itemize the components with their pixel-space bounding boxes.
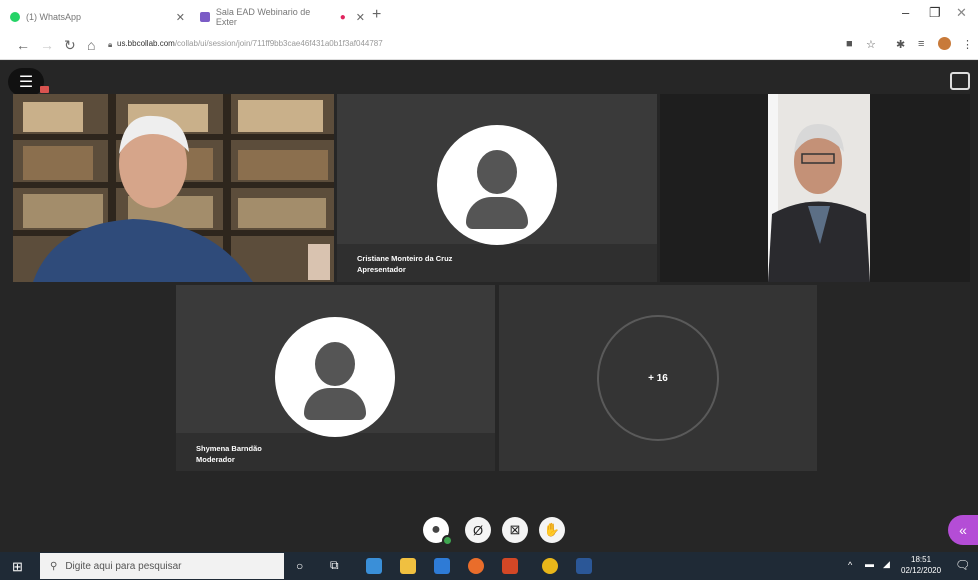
session-menu-button[interactable]: ☰ — [8, 68, 44, 96]
taskbar-search-input[interactable]: ⚲ Digite aqui para pesquisar — [40, 553, 284, 579]
camera-button[interactable]: ⊠ — [502, 517, 528, 543]
profile-avatar[interactable] — [938, 37, 951, 50]
search-placeholder: Digite aqui para pesquisar — [65, 560, 182, 572]
media-icon[interactable]: ≡ — [918, 38, 924, 50]
search-icon: ⚲ — [50, 560, 58, 572]
participant-caption: Shymena Barndão Moderador — [196, 443, 262, 465]
taskbar-app-icon[interactable] — [366, 558, 382, 574]
hamburger-icon: ☰ — [18, 74, 34, 91]
camera-off-icon: ⊠ — [509, 522, 521, 537]
extension-icon[interactable]: ✱ — [896, 38, 905, 51]
cortana-icon[interactable]: ○ — [296, 559, 303, 573]
restore-button[interactable]: ❐ — [929, 5, 941, 21]
firefox-icon[interactable] — [468, 558, 484, 574]
overflow-count-badge[interactable]: + 16 — [597, 315, 719, 441]
participant-role: Apresentador — [357, 265, 406, 274]
video-tile-speaker — [13, 94, 334, 282]
windows-start-icon[interactable]: ⊞ — [12, 559, 23, 575]
network-icon[interactable]: ▬ — [865, 559, 874, 569]
microphone-off-icon: Ø — [472, 522, 484, 538]
camera-site-icon[interactable]: ■ — [846, 38, 853, 50]
collab-panel-icon[interactable] — [950, 72, 970, 90]
participant-name: Cristiane Monteiro da Cruz — [357, 254, 453, 263]
participant-video-feed — [768, 94, 870, 282]
participant-role: Moderador — [196, 455, 235, 464]
powerpoint-icon[interactable] — [502, 558, 518, 574]
back-icon[interactable]: ← — [16, 37, 30, 53]
person-icon — [315, 342, 355, 386]
person-icon — [477, 150, 517, 194]
file-explorer-icon[interactable] — [400, 558, 416, 574]
tab-title: Sala EAD Webinario de Exter — [215, 7, 311, 27]
recording-dot-icon: ● — [339, 11, 346, 23]
person-icon-body — [466, 197, 528, 229]
url-field[interactable]: us.bbcollab.com/collab/ui/session/join/7… — [117, 39, 383, 48]
task-view-icon[interactable]: ⧉ — [330, 558, 339, 573]
recording-indicator-icon — [40, 86, 49, 93]
clock-date: 02/12/2020 — [901, 566, 942, 575]
close-window-button[interactable]: ✕ — [956, 5, 967, 21]
lock-icon: 🔒︎ — [108, 40, 113, 49]
clock-time: 18:51 — [911, 555, 932, 564]
chrome-icon[interactable] — [542, 558, 558, 574]
taskbar-clock[interactable]: 18:51 02/12/2020 — [901, 554, 941, 576]
open-collab-panel-button[interactable]: « — [948, 515, 978, 545]
speaker-video-feed — [13, 94, 334, 282]
reload-icon[interactable]: ↻ — [64, 37, 76, 54]
participant-caption: Cristiane Monteiro da Cruz Apresentador — [357, 253, 452, 275]
wifi-icon[interactable]: ◢ — [883, 559, 890, 570]
home-icon[interactable]: ⌂ — [87, 37, 95, 53]
overflow-count: + 16 — [648, 372, 668, 384]
close-tab-icon[interactable]: ✕ — [176, 11, 185, 24]
mail-icon[interactable] — [434, 558, 450, 574]
tray-chevron-up-icon[interactable]: ^ — [848, 560, 852, 570]
participant-video-image — [768, 94, 870, 282]
new-tab-button[interactable]: + — [372, 6, 381, 24]
close-tab-icon[interactable]: ✕ — [356, 11, 365, 24]
notifications-icon[interactable]: 🗨︎ — [955, 558, 970, 572]
star-icon[interactable]: ☆ — [866, 38, 876, 51]
whatsapp-icon — [10, 12, 20, 22]
status-check-icon — [442, 535, 453, 546]
hand-icon: ✋ — [543, 522, 561, 537]
tab-title: (1) WhatsApp — [26, 12, 82, 22]
collab-icon — [200, 12, 210, 22]
user-avatar-icon: ● — [431, 521, 441, 538]
minimize-button[interactable]: – — [902, 5, 909, 20]
tab-webinar[interactable]: Sala EAD Webinario de Exter ● ✕ — [200, 4, 365, 30]
forward-icon[interactable]: → — [40, 37, 54, 53]
word-icon[interactable] — [576, 558, 592, 574]
person-icon-body — [304, 388, 366, 420]
menu-kebab-icon[interactable]: ⋮ — [962, 38, 973, 51]
tab-whatsapp[interactable]: (1) WhatsApp ✕ — [10, 4, 195, 30]
microphone-button[interactable]: Ø — [465, 517, 491, 543]
chevron-left-icon: « — [959, 522, 967, 538]
participant-name: Shymena Barndão — [196, 444, 262, 453]
raise-hand-button[interactable]: ✋ — [539, 517, 565, 543]
